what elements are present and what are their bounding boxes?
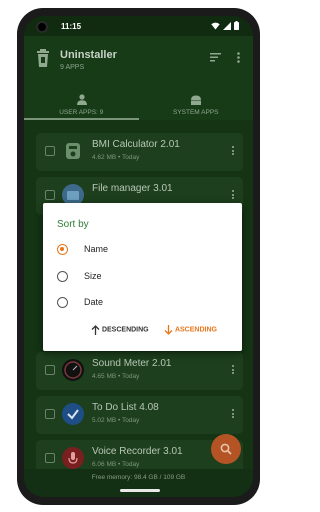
list-item[interactable]: Sound Meter 2.01 4.65 MB • Today [36,352,243,390]
radio-button[interactable] [57,297,68,308]
checkbox[interactable] [45,365,55,375]
sort-option-label: Name [84,244,109,254]
sort-option-size[interactable]: Size [57,269,207,285]
footer: Free memory: 98.4 GB / 109 GB [24,469,253,497]
tab-system-apps-label: SYSTEM APPS [172,109,219,116]
status-icons [211,21,239,30]
signal-icon [223,21,231,30]
app-name: Voice Recorder 3.01 [92,446,183,457]
more-vert-icon[interactable] [232,409,235,420]
status-time: 11:15 [61,22,82,31]
sort-option-label: Size [84,271,102,281]
tab-user-apps[interactable]: USER APPS: 9 [24,90,139,120]
wifi-icon [211,22,220,29]
sort-option-label: Date [84,297,104,307]
more-vert-icon[interactable] [232,190,235,201]
camera-cutout [36,21,48,33]
list-item[interactable]: To Do List 4.08 5.02 MB • Today [36,396,243,434]
app-name: Sound Meter 2.01 [92,358,172,369]
app-meta: 4.65 MB • Today [92,373,140,380]
checkbox[interactable] [45,146,55,156]
ascending-label: ASCENDING [174,326,217,334]
status-bar: 11:15 [24,16,253,36]
battery-icon [234,21,239,30]
bmi-calculator-icon [62,140,84,162]
checkbox[interactable] [45,453,55,463]
tab-user-apps-label: USER APPS: 9 [59,109,104,116]
radio-button[interactable] [57,271,68,282]
sort-option-name[interactable]: Name [57,242,207,258]
descending-button[interactable]: DESCENDING [91,325,149,335]
app-meta: 5.02 MB • Today [92,417,140,424]
sort-option-date[interactable]: Date [57,295,207,311]
sort-dialog: Sort by Name Size Date DESCENDING ASCEND… [43,203,242,351]
more-vert-icon[interactable] [232,146,235,157]
voice-recorder-icon [62,447,84,469]
sound-meter-icon [62,359,84,381]
arrow-down-icon [164,325,173,335]
app-title: Uninstaller [60,49,117,61]
tab-bar: USER APPS: 9 SYSTEM APPS [24,90,253,120]
more-vert-icon[interactable] [232,365,235,376]
overflow-menu-icon[interactable] [237,52,240,63]
descending-label: DESCENDING [101,326,149,334]
dialog-title: Sort by [57,219,89,230]
tab-system-apps[interactable]: SYSTEM APPS [139,90,254,120]
search-fab[interactable] [211,434,241,464]
radio-button[interactable] [57,244,68,255]
ascending-button[interactable]: ASCENDING [164,325,217,335]
home-indicator[interactable] [120,489,160,492]
app-meta: 6.06 MB • Today [92,461,140,468]
app-count: 9 APPS [60,64,85,71]
app-name: To Do List 4.08 [92,402,159,413]
app-bar: Uninstaller 9 APPS [24,36,253,90]
trash-icon [37,49,49,67]
sort-icon[interactable] [210,53,221,62]
screen: 11:15 Uninstaller 9 APPS USER APPS: 9 SY… [24,16,253,497]
tab-indicator [24,118,139,120]
checkbox[interactable] [45,409,55,419]
person-icon [77,94,87,105]
app-name: BMI Calculator 2.01 [92,139,180,150]
search-icon [220,443,232,455]
app-name: File manager 3.01 [92,183,173,194]
arrow-up-icon [91,325,100,335]
checkbox[interactable] [45,190,55,200]
free-memory-text: Free memory: 98.4 GB / 109 GB [91,474,186,481]
app-meta: 4.62 MB • Today [92,154,140,161]
todo-list-icon [62,403,84,425]
phone-frame: 11:15 Uninstaller 9 APPS USER APPS: 9 SY… [17,8,260,505]
android-icon [190,95,201,105]
list-item[interactable]: BMI Calculator 2.01 4.62 MB • Today [36,133,243,171]
